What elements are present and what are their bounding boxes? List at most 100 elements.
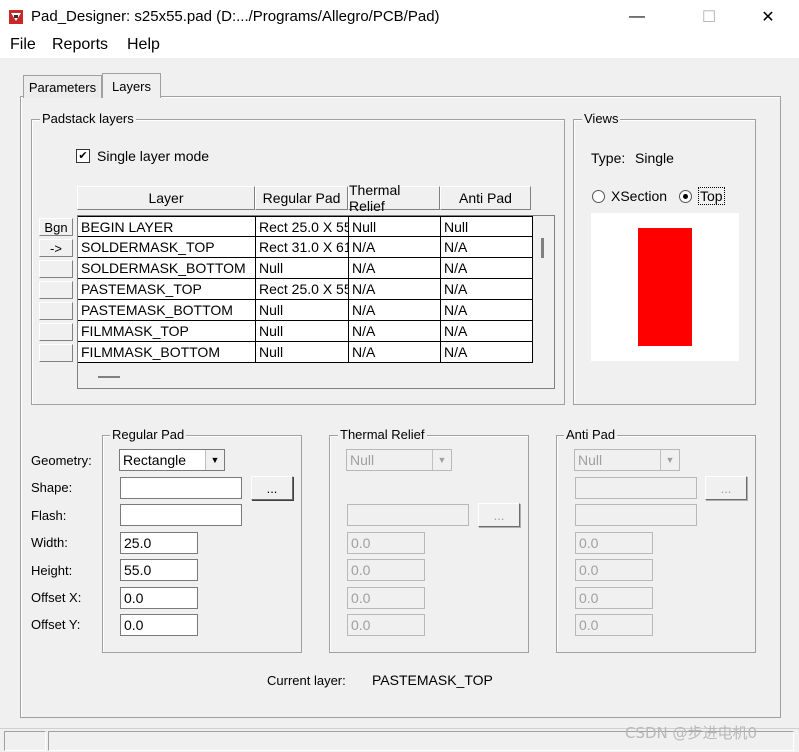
cell-regular-pad[interactable]: Rect 25.0 X 55 <box>256 216 349 237</box>
checkmark-icon: ✔ <box>78 150 88 162</box>
cell-anti-pad[interactable]: N/A <box>441 342 533 363</box>
xsection-radio[interactable] <box>592 190 605 203</box>
anti-pad-shape-input[interactable] <box>575 477 697 499</box>
cell-anti-pad[interactable]: N/A <box>441 300 533 321</box>
watermark: CSDN @步进电机0 <box>625 724 758 742</box>
top-radio-label[interactable]: Top <box>698 187 725 205</box>
regular-pad-geometry-value: Rectangle <box>123 452 187 468</box>
regular-pad-label: Regular Pad <box>110 427 187 442</box>
cell-layer[interactable]: FILMMASK_BOTTOM <box>78 342 256 363</box>
cell-anti-pad[interactable]: N/A <box>441 279 533 300</box>
thermal-relief-flash-input[interactable] <box>347 504 469 526</box>
cell-regular-pad[interactable]: Rect 25.0 X 55 <box>256 279 349 300</box>
chevron-down-icon[interactable]: ▼ <box>660 450 679 470</box>
row-button-current[interactable]: -> <box>39 239 73 257</box>
anti-pad-height-input[interactable]: 0.0 <box>575 559 653 581</box>
thermal-relief-geometry-select[interactable]: Null ▼ <box>346 449 452 471</box>
table-row[interactable]: SOLDERMASK_TOP Rect 31.0 X 61 N/A N/A <box>78 237 533 258</box>
single-layer-mode-checkbox[interactable]: ✔ <box>76 149 90 163</box>
top-radio[interactable] <box>679 190 692 203</box>
column-header-anti-pad[interactable]: Anti Pad <box>440 186 531 210</box>
tab-layers[interactable]: Layers <box>102 73 161 98</box>
regular-pad-width-input[interactable]: 25.0 <box>120 532 198 554</box>
cell-thermal-relief[interactable]: N/A <box>349 279 441 300</box>
cell-thermal-relief[interactable]: Null <box>349 216 441 237</box>
cell-thermal-relief[interactable]: N/A <box>349 237 441 258</box>
pad-preview-shape <box>638 228 692 346</box>
row-button[interactable] <box>39 344 73 362</box>
geometry-label: Geometry: <box>31 453 92 468</box>
anti-pad-flash-input[interactable] <box>575 504 697 526</box>
thermal-relief-height-input[interactable]: 0.0 <box>347 559 425 581</box>
thermal-relief-flash-browse-button[interactable]: ... <box>478 503 520 527</box>
anti-pad-offset-y-input[interactable]: 0.0 <box>575 614 653 636</box>
menu-help[interactable]: Help <box>127 36 160 54</box>
row-button[interactable] <box>39 281 73 299</box>
cell-thermal-relief[interactable]: N/A <box>349 258 441 279</box>
row-button-bgn[interactable]: Bgn <box>39 218 73 236</box>
table-row[interactable]: PASTEMASK_BOTTOM Null N/A N/A <box>78 300 533 321</box>
chevron-down-icon[interactable]: ▼ <box>205 450 224 470</box>
anti-pad-geometry-select[interactable]: Null ▼ <box>574 449 680 471</box>
column-header-regular-pad[interactable]: Regular Pad <box>255 186 348 210</box>
cell-layer[interactable]: PASTEMASK_BOTTOM <box>78 300 256 321</box>
xsection-radio-label[interactable]: XSection <box>611 188 667 204</box>
thermal-relief-label: Thermal Relief <box>338 427 427 442</box>
anti-pad-label: Anti Pad <box>564 427 618 442</box>
regular-pad-shape-browse-button[interactable]: ... <box>251 476 293 500</box>
table-row[interactable]: BEGIN LAYER Rect 25.0 X 55 Null Null <box>78 216 533 237</box>
regular-pad-geometry-select[interactable]: Rectangle ▼ <box>119 449 225 471</box>
cell-anti-pad[interactable]: N/A <box>441 321 533 342</box>
close-button[interactable]: ✕ <box>745 0 791 34</box>
horizontal-scrollbar-thumb[interactable] <box>98 376 120 378</box>
cell-thermal-relief[interactable]: N/A <box>349 300 441 321</box>
anti-pad-shape-browse-button[interactable]: ... <box>705 476 747 500</box>
cell-thermal-relief[interactable]: N/A <box>349 321 441 342</box>
column-header-layer[interactable]: Layer <box>77 186 255 210</box>
cell-regular-pad[interactable]: Null <box>256 300 349 321</box>
regular-pad-flash-input[interactable] <box>120 504 242 526</box>
minimize-button[interactable]: — <box>614 0 660 34</box>
table-row[interactable]: SOLDERMASK_BOTTOM Null N/A N/A <box>78 258 533 279</box>
row-button[interactable] <box>39 260 73 278</box>
cell-anti-pad[interactable]: Null <box>441 216 533 237</box>
maximize-button[interactable]: ☐ <box>686 0 732 34</box>
menu-file[interactable]: File <box>10 36 36 54</box>
column-header-thermal-relief[interactable]: Thermal Relief <box>348 182 440 214</box>
table-row[interactable]: FILMMASK_BOTTOM Null N/A N/A <box>78 342 533 363</box>
anti-pad-width-input[interactable]: 0.0 <box>575 532 653 554</box>
regular-pad-height-input[interactable]: 55.0 <box>120 559 198 581</box>
single-layer-mode-label: Single layer mode <box>97 148 210 164</box>
cell-thermal-relief[interactable]: N/A <box>349 342 441 363</box>
anti-pad-offset-x-input[interactable]: 0.0 <box>575 587 653 609</box>
menu-bar <box>0 34 799 58</box>
vertical-scrollbar-thumb[interactable] <box>541 238 544 258</box>
cell-regular-pad[interactable]: Null <box>256 342 349 363</box>
cell-layer[interactable]: SOLDERMASK_TOP <box>78 237 256 258</box>
chevron-down-icon[interactable]: ▼ <box>432 450 451 470</box>
regular-pad-offset-x-input[interactable]: 0.0 <box>120 587 198 609</box>
view-type-label: Type: <box>591 150 626 166</box>
view-type-value: Single <box>635 150 674 166</box>
thermal-relief-width-input[interactable]: 0.0 <box>347 532 425 554</box>
cell-regular-pad[interactable]: Null <box>256 258 349 279</box>
cell-layer[interactable]: SOLDERMASK_BOTTOM <box>78 258 256 279</box>
cell-regular-pad[interactable]: Rect 31.0 X 61 <box>256 237 349 258</box>
cell-layer[interactable]: FILMMASK_TOP <box>78 321 256 342</box>
thermal-relief-offset-x-input[interactable]: 0.0 <box>347 587 425 609</box>
cell-anti-pad[interactable]: N/A <box>441 258 533 279</box>
table-row[interactable]: PASTEMASK_TOP Rect 25.0 X 55 N/A N/A <box>78 279 533 300</box>
table-row[interactable]: FILMMASK_TOP Null N/A N/A <box>78 321 533 342</box>
cell-layer[interactable]: BEGIN LAYER <box>78 216 256 237</box>
tab-parameters[interactable]: Parameters <box>23 75 102 98</box>
row-button[interactable] <box>39 302 73 320</box>
cell-regular-pad[interactable]: Null <box>256 321 349 342</box>
thermal-relief-offset-y-input[interactable]: 0.0 <box>347 614 425 636</box>
regular-pad-offset-y-input[interactable]: 0.0 <box>120 614 198 636</box>
cell-layer[interactable]: PASTEMASK_TOP <box>78 279 256 300</box>
anti-pad-geometry-value: Null <box>578 452 603 468</box>
row-button[interactable] <box>39 323 73 341</box>
cell-anti-pad[interactable]: N/A <box>441 237 533 258</box>
menu-reports[interactable]: Reports <box>52 36 108 54</box>
regular-pad-shape-input[interactable] <box>120 477 242 499</box>
